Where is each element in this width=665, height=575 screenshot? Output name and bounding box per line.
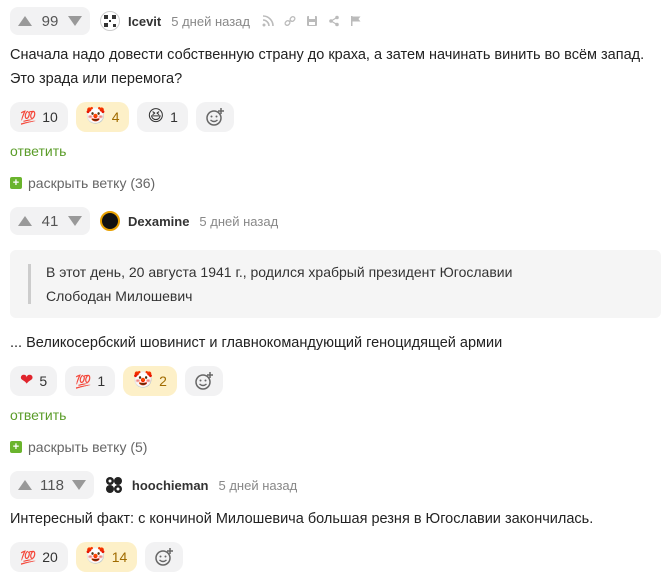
comment-score: 41 [41,212,59,230]
comment-header: 118 hoochieman 5 дней назад [0,469,665,501]
quote-block-wrap: В этот день, 20 августа 1941 г., родился… [0,250,665,318]
reaction-count: 5 [39,373,48,389]
timestamp[interactable]: 5 дней назад [219,478,298,493]
downvote-arrow-icon[interactable] [66,214,84,228]
add-reaction-icon [155,548,174,566]
reaction-heart[interactable]: ❤ 5 [10,366,58,396]
comment-hoochieman: 118 hoochieman 5 дней назад [0,469,665,501]
hundred-icon: 💯 [20,549,37,565]
downvote-arrow-icon[interactable] [66,14,84,28]
reaction-hundred[interactable]: 💯 10 [10,102,68,132]
comment-icevit: 99 Icevit 5 дней назад [0,5,665,37]
vote-widget: 99 [10,7,90,35]
reactions-bar: ❤ 5 💯 1 🤡 2 [0,366,665,396]
username[interactable]: hoochieman [132,478,209,493]
avatar[interactable] [103,475,124,495]
add-reaction-button[interactable] [184,366,223,396]
reaction-hundred[interactable]: 💯 20 [10,542,68,572]
plus-icon: + [10,177,22,189]
comment-header: 99 Icevit 5 дней назад [0,5,665,37]
upvote-arrow-icon[interactable] [16,214,34,228]
comment-text: Интересный факт: с кончиной Милошевича б… [10,511,594,527]
add-reaction-icon [195,372,213,390]
expand-thread-label: раскрыть ветку (5) [28,439,148,455]
reaction-count: 2 [159,373,167,389]
reaction-count: 20 [42,549,58,565]
add-reaction-icon [206,108,224,126]
clown-icon: 🤡 [133,372,154,389]
reaction-count: 1 [97,373,106,389]
report-flag-icon[interactable] [350,15,363,28]
laughing-face-icon: 😆 [147,108,165,125]
reaction-hundred[interactable]: 💯 1 [65,366,116,396]
reaction-clown[interactable]: 🤡 2 [123,366,177,396]
vote-widget: 41 [10,207,90,235]
link-icon[interactable] [284,15,297,28]
avatar[interactable] [100,11,120,31]
expand-thread[interactable]: + раскрыть ветку (5) [0,439,665,455]
reaction-clown[interactable]: 🤡 14 [75,542,138,572]
reaction-laughing[interactable]: 😆 1 [137,102,188,132]
reaction-count: 4 [111,109,120,125]
reactions-bar: 💯 10 🤡 4 😆 1 [0,102,665,132]
downvote-arrow-icon[interactable] [70,478,88,492]
expand-thread[interactable]: + раскрыть ветку (36) [0,175,665,191]
comment-score: 99 [41,12,59,30]
plus-icon: + [10,441,22,453]
comment-dexamine: 41 Dexamine 5 дней назад [0,205,665,237]
heart-icon: ❤ [20,372,34,389]
timestamp[interactable]: 5 дней назад [171,14,250,29]
quote-line: В этот день, 20 августа 1941 г., родился… [46,264,513,280]
reaction-count: 1 [170,109,178,125]
comment-text: ... Великосербский шовинист и главнокома… [10,335,503,351]
upvote-arrow-icon[interactable] [16,478,34,492]
reaction-count: 14 [111,549,128,565]
quote-bar [28,264,31,304]
quote-block: В этот день, 20 августа 1941 г., родился… [10,250,661,318]
avatar[interactable] [100,211,120,231]
share-icon[interactable] [328,15,341,28]
hundred-icon: 💯 [75,373,92,389]
upvote-arrow-icon[interactable] [16,14,34,28]
comment-score: 118 [40,476,64,494]
add-reaction-button[interactable] [195,102,234,132]
reply-link[interactable]: ответить [0,407,665,423]
clown-icon: 🤡 [85,108,106,125]
quote-line: Слободан Милошевич [46,288,193,304]
hundred-icon: 💯 [20,109,37,125]
reply-link[interactable]: ответить [0,143,665,159]
clown-icon: 🤡 [85,548,106,565]
reaction-count: 10 [42,109,58,125]
username[interactable]: Icevit [128,14,161,29]
reaction-clown[interactable]: 🤡 4 [75,102,130,132]
comment-text: Сначала надо довести собственную страну … [10,47,645,87]
expand-thread-label: раскрыть ветку (36) [28,175,156,191]
reactions-bar: 💯 20 🤡 14 [0,542,665,572]
add-reaction-button[interactable] [145,542,184,572]
comment-tools [262,14,363,28]
save-icon[interactable] [306,15,319,28]
username[interactable]: Dexamine [128,214,189,229]
comment-header: 41 Dexamine 5 дней назад [0,205,665,237]
vote-widget: 118 [10,471,94,499]
timestamp[interactable]: 5 дней назад [199,214,278,229]
rss-icon[interactable] [262,14,275,28]
